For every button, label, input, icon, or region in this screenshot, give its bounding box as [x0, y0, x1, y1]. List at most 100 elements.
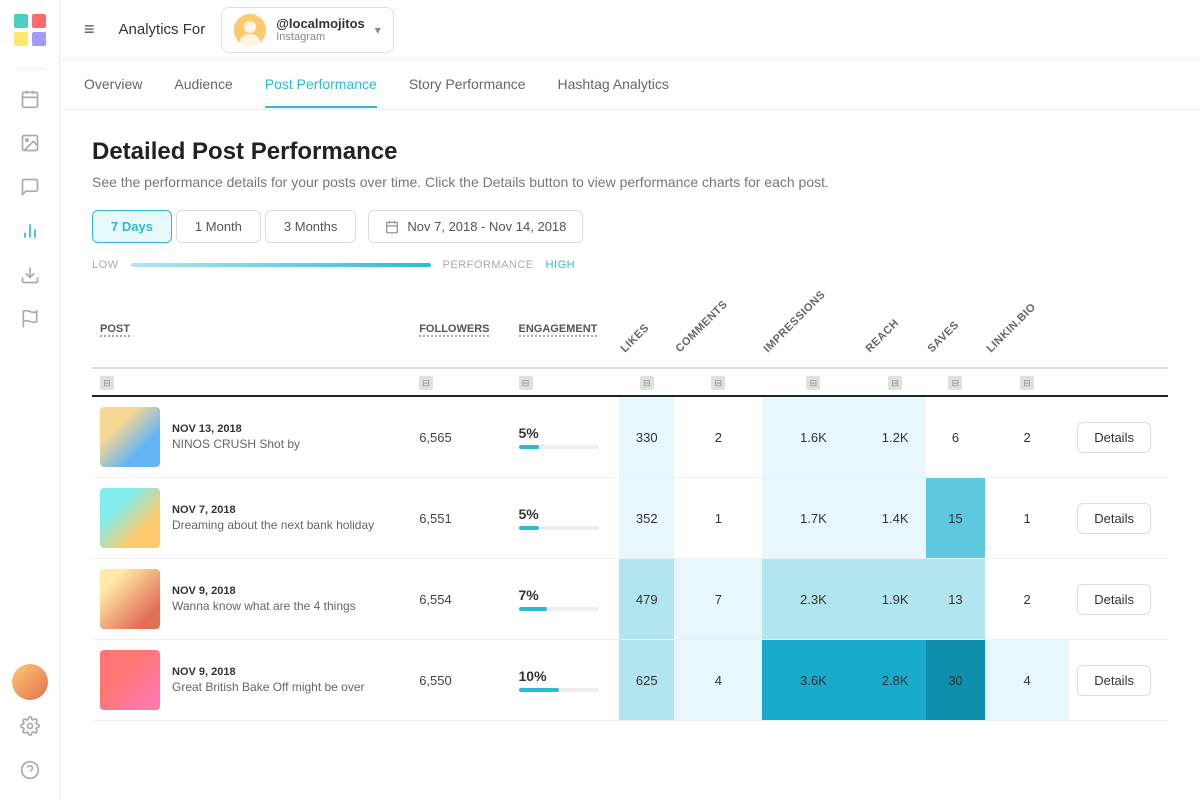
- impressions-cell: 2.3K: [762, 559, 864, 640]
- main-content: ≡ Analytics For @localmojitos Instagram …: [60, 0, 1200, 800]
- col-impressions: IMPRESSIONS: [762, 291, 864, 368]
- content-area: Detailed Post Performance See the perfor…: [60, 110, 1200, 800]
- filter-7days[interactable]: 7 Days: [92, 210, 172, 243]
- col-likes: LIKES: [619, 291, 674, 368]
- filter-1month[interactable]: 1 Month: [176, 210, 261, 243]
- app-logo[interactable]: [12, 12, 48, 48]
- post-info: NOV 7, 2018 Dreaming about the next bank…: [172, 504, 374, 532]
- metric-value: 6: [952, 430, 959, 445]
- post-date: NOV 7, 2018: [172, 504, 374, 516]
- tab-audience[interactable]: Audience: [174, 62, 232, 108]
- col-action: [1069, 291, 1168, 368]
- sort-post[interactable]: ⊟: [100, 376, 114, 390]
- hamburger-menu[interactable]: ≡: [84, 19, 95, 40]
- tab-overview[interactable]: Overview: [84, 62, 142, 108]
- performance-bar: LOW PERFORMANCE HIGH: [92, 259, 1168, 271]
- sidebar-icon-image[interactable]: [12, 125, 48, 161]
- table-row: NOV 9, 2018 Great British Bake Off might…: [92, 640, 1168, 721]
- sidebar-icon-chat[interactable]: [12, 169, 48, 205]
- nav-tabs: Overview Audience Post Performance Story…: [60, 60, 1200, 110]
- sort-followers[interactable]: ⊟: [419, 376, 433, 390]
- metric-value: 2: [1023, 592, 1030, 607]
- filter-3months[interactable]: 3 Months: [265, 210, 356, 243]
- tab-post-performance[interactable]: Post Performance: [265, 62, 377, 108]
- action-cell: Details: [1069, 396, 1168, 478]
- post-cell-1: NOV 7, 2018 Dreaming about the next bank…: [92, 478, 411, 559]
- sidebar-icon-help[interactable]: [12, 752, 48, 788]
- sort-linkin-bio[interactable]: ⊟: [1020, 376, 1034, 390]
- sort-saves[interactable]: ⊟: [948, 376, 962, 390]
- col-engagement: ENGAGEMENT: [511, 291, 620, 368]
- sort-impressions[interactable]: ⊟: [806, 376, 820, 390]
- metric-value: 30: [948, 673, 962, 688]
- details-button[interactable]: Details: [1077, 584, 1151, 615]
- details-button[interactable]: Details: [1077, 422, 1151, 453]
- comments-cell: 1: [674, 478, 762, 559]
- sidebar-icon-calendar[interactable]: [12, 81, 48, 117]
- sort-engagement[interactable]: ⊟: [519, 376, 533, 390]
- account-name: @localmojitos: [276, 16, 365, 31]
- details-button[interactable]: Details: [1077, 665, 1151, 696]
- post-caption: Dreaming about the next bank holiday: [172, 518, 374, 532]
- engagement-pct: 7%: [519, 587, 612, 603]
- metric-value: 352: [636, 511, 658, 526]
- sidebar-icon-flag[interactable]: [12, 301, 48, 337]
- saves-cell: 13: [926, 559, 985, 640]
- date-range-picker[interactable]: Nov 7, 2018 - Nov 14, 2018: [368, 210, 583, 243]
- engagement-cell: 7%: [511, 559, 620, 640]
- sort-reach[interactable]: ⊟: [888, 376, 902, 390]
- post-thumbnail: [100, 407, 160, 467]
- metric-value: 3.6K: [800, 673, 827, 688]
- followers-cell: 6,551: [411, 478, 510, 559]
- account-selector[interactable]: @localmojitos Instagram ▾: [221, 7, 394, 53]
- metric-value: 7: [715, 592, 722, 607]
- saves-cell: 6: [926, 396, 985, 478]
- sidebar-icon-settings[interactable]: [12, 708, 48, 744]
- post-cell-3: NOV 9, 2018 Great British Bake Off might…: [92, 640, 411, 721]
- sidebar-user-avatar[interactable]: [12, 664, 48, 700]
- sidebar-divider: [15, 68, 45, 69]
- perf-high-label: HIGH: [546, 259, 576, 271]
- date-range-label: Nov 7, 2018 - Nov 14, 2018: [407, 219, 566, 234]
- engagement-bar-bg: [519, 445, 599, 449]
- post-thumbnail: [100, 650, 160, 710]
- linkin-bio-cell: 2: [985, 396, 1069, 478]
- engagement-bar-bg: [519, 607, 599, 611]
- reach-cell: 1.2K: [864, 396, 926, 478]
- sort-comments[interactable]: ⊟: [711, 376, 725, 390]
- details-button[interactable]: Details: [1077, 503, 1151, 534]
- perf-mid-label: PERFORMANCE: [443, 259, 534, 271]
- impressions-cell: 1.6K: [762, 396, 864, 478]
- likes-cell: 352: [619, 478, 674, 559]
- followers-cell: 6,565: [411, 396, 510, 478]
- account-platform: Instagram: [276, 31, 365, 43]
- sort-likes[interactable]: ⊟: [640, 376, 654, 390]
- likes-cell: 330: [619, 396, 674, 478]
- likes-cell: 625: [619, 640, 674, 721]
- action-cell: Details: [1069, 640, 1168, 721]
- post-date: NOV 9, 2018: [172, 585, 356, 597]
- col-linkin-bio: LINKIN.BIO: [985, 291, 1069, 368]
- metric-value: 1.2K: [882, 430, 909, 445]
- tab-hashtag-analytics[interactable]: Hashtag Analytics: [558, 62, 669, 108]
- post-thumbnail: [100, 488, 160, 548]
- post-info: NOV 9, 2018 Great British Bake Off might…: [172, 666, 365, 694]
- metric-value: 2.3K: [800, 592, 827, 607]
- metric-value: 479: [636, 592, 658, 607]
- perf-low-label: LOW: [92, 259, 119, 271]
- followers-cell: 6,554: [411, 559, 510, 640]
- perf-bar-fill: [131, 263, 431, 267]
- reach-cell: 1.4K: [864, 478, 926, 559]
- engagement-pct: 5%: [519, 506, 612, 522]
- tab-story-performance[interactable]: Story Performance: [409, 62, 526, 108]
- metric-value: 2: [1023, 430, 1030, 445]
- engagement-bar-fill: [519, 526, 539, 530]
- sidebar-icon-download[interactable]: [12, 257, 48, 293]
- metric-value: 4: [1023, 673, 1030, 688]
- metric-value: 1: [715, 511, 722, 526]
- sidebar-icon-chart[interactable]: [12, 213, 48, 249]
- engagement-pct: 5%: [519, 425, 612, 441]
- col-saves: SAVES: [926, 291, 985, 368]
- post-date: NOV 13, 2018: [172, 423, 300, 435]
- post-caption: Great British Bake Off might be over: [172, 680, 365, 694]
